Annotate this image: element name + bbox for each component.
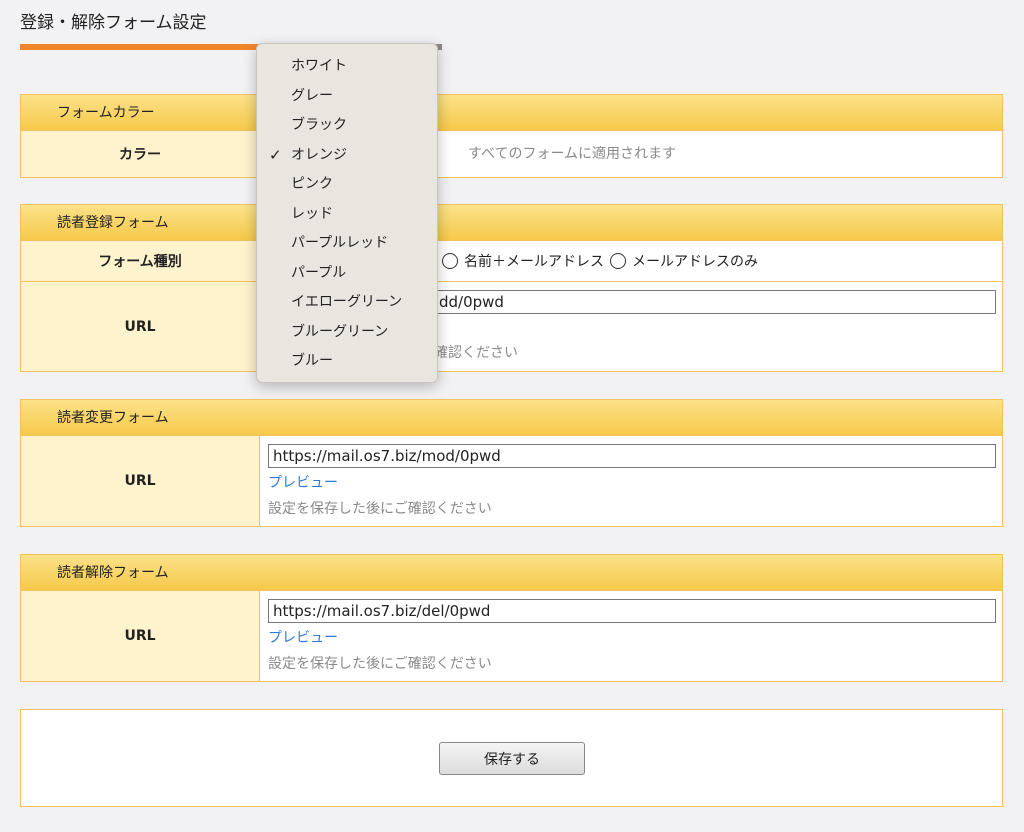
color-dropdown-menu[interactable]: ホワイト グレー ブラック ✓ オレンジ ピンク レッド パープルレッド パープ… [256, 43, 438, 383]
dropdown-item-black[interactable]: ブラック [257, 111, 437, 141]
dropdown-item-purple[interactable]: パープル [257, 259, 437, 289]
dropdown-item-label: イエローグリーン [291, 294, 403, 310]
register-hint: 確認ください [434, 345, 518, 361]
modify-url-row: URL プレビュー 設定を保存した後にご確認ください [21, 436, 1002, 526]
unsubscribe-hint-line: 設定を保存した後にご確認ください [268, 653, 996, 673]
dropdown-item-red[interactable]: レッド [257, 200, 437, 230]
dropdown-item-orange[interactable]: ✓ オレンジ [257, 141, 437, 171]
register-header: 読者登録フォーム [21, 205, 1002, 241]
modify-preview-link[interactable]: プレビュー [268, 472, 338, 492]
dropdown-item-blue-green[interactable]: ブルーグリーン [257, 318, 437, 348]
modify-url-input[interactable] [268, 444, 996, 468]
radio-email-only-label: メールアドレスのみ [632, 254, 758, 270]
save-box: 保存する [20, 709, 1003, 807]
modify-hint: 設定を保存した後にご確認ください [268, 501, 492, 517]
dropdown-item-blue[interactable]: ブルー [257, 347, 437, 377]
dropdown-item-purple-red[interactable]: パープルレッド [257, 229, 437, 259]
unsubscribe-url-label: URL [21, 591, 260, 681]
form-color-row: カラー すべてのフォームに適用されます [21, 131, 1002, 177]
unsubscribe-section: 読者解除フォーム URL プレビュー 設定を保存した後にご確認ください [20, 554, 1003, 682]
unsubscribe-url-input[interactable] [268, 599, 996, 623]
unsubscribe-header: 読者解除フォーム [21, 555, 1002, 591]
register-section: 読者登録フォーム フォーム種別 ス 名前＋メールアドレス メールアドレスのみ U… [20, 204, 1003, 372]
save-button[interactable]: 保存する [439, 742, 585, 775]
dropdown-item-label: ブルー [291, 353, 333, 369]
modify-header: 読者変更フォーム [21, 400, 1002, 436]
radio-name-email[interactable] [442, 253, 458, 269]
form-color-section: フォームカラー カラー すべてのフォームに適用されます [20, 94, 1003, 178]
dropdown-item-label: レッド [291, 205, 333, 222]
register-url-label: URL [21, 282, 260, 371]
register-url-value: dd/0pwd [439, 293, 504, 311]
radio-email-only[interactable] [610, 253, 626, 269]
register-url-row: URL dd/0pwd 確認ください [21, 281, 1002, 371]
form-color-header: フォームカラー [21, 95, 1002, 131]
dropdown-item-label: ホワイト [291, 58, 347, 74]
form-type-row: フォーム種別 ス 名前＋メールアドレス メールアドレスのみ [21, 241, 1002, 281]
dropdown-item-pink[interactable]: ピンク [257, 170, 437, 200]
unsubscribe-hint: 設定を保存した後にご確認ください [268, 656, 492, 672]
unsubscribe-preview-link[interactable]: プレビュー [268, 627, 338, 647]
dropdown-item-label: ブラック [291, 117, 347, 133]
unsubscribe-url-content: プレビュー 設定を保存した後にご確認ください [260, 591, 1004, 681]
dropdown-item-white[interactable]: ホワイト [257, 52, 437, 82]
dropdown-item-label: パープル [291, 264, 347, 281]
page-title: 登録・解除フォーム設定 [20, 13, 207, 33]
dropdown-item-gray[interactable]: グレー [257, 82, 437, 112]
dropdown-item-label: パープルレッド [291, 235, 389, 251]
check-icon: ✓ [269, 145, 282, 164]
modify-url-label: URL [21, 436, 260, 526]
dropdown-item-label: ブルーグリーン [291, 323, 389, 340]
modify-section: 読者変更フォーム URL プレビュー 設定を保存した後にご確認ください [20, 399, 1003, 527]
color-note: すべてのフォームに適用されます [468, 146, 677, 162]
dropdown-item-label: ピンク [291, 176, 333, 192]
modify-url-content: プレビュー 設定を保存した後にご確認ください [260, 436, 1004, 526]
form-type-options: ス 名前＋メールアドレス メールアドレスのみ [422, 251, 994, 271]
modify-hint-line: 設定を保存した後にご確認ください [268, 498, 996, 518]
form-type-label: フォーム種別 [21, 241, 260, 281]
color-label: カラー [21, 131, 260, 177]
radio-name-email-label: 名前＋メールアドレス [464, 254, 604, 270]
dropdown-item-label: グレー [291, 87, 333, 104]
dropdown-item-label: オレンジ [291, 146, 347, 163]
unsubscribe-url-row: URL プレビュー 設定を保存した後にご確認ください [21, 591, 1002, 681]
title-underline-accent [20, 44, 260, 50]
dropdown-item-yellow-green[interactable]: イエローグリーン [257, 288, 437, 318]
